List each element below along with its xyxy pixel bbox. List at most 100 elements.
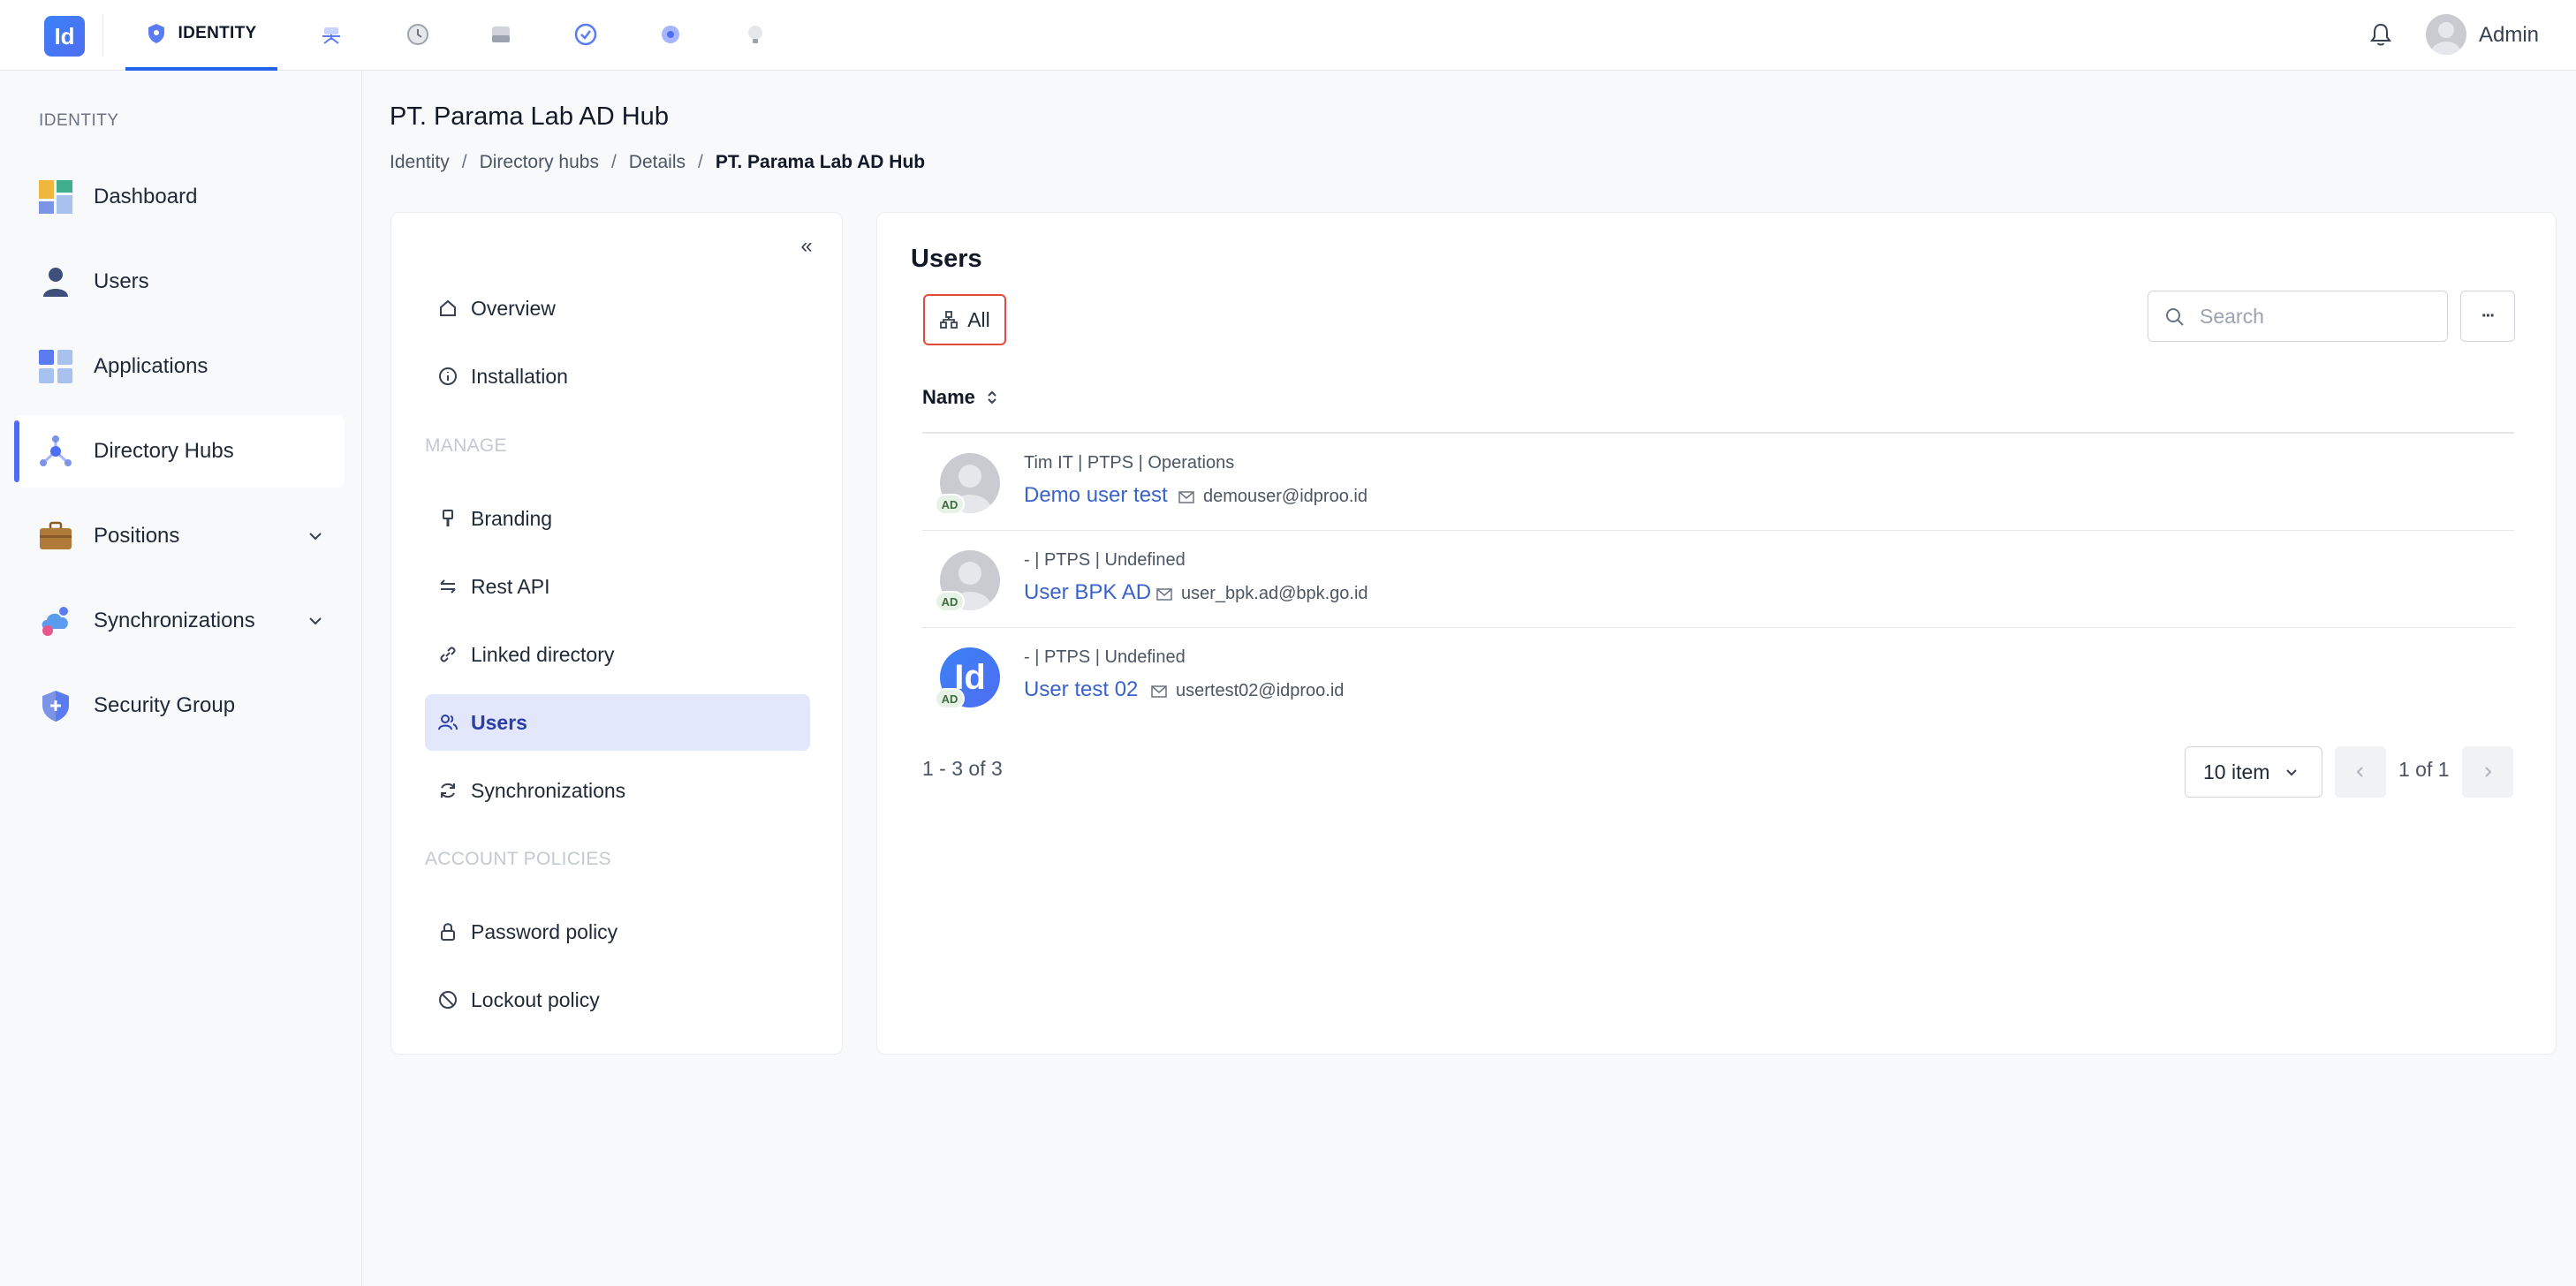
- top-navigation-bar: Id IDENTITY Admin: [0, 0, 2576, 71]
- breadcrumb-item[interactable]: Directory hubs: [480, 152, 599, 173]
- user-meta: Tim IT | PTPS | Operations: [1024, 453, 1235, 473]
- sidebar-item-security-group[interactable]: Security Group: [14, 669, 345, 742]
- ad-badge: AD: [935, 494, 965, 515]
- page-size-value: 10 item: [2203, 760, 2270, 783]
- app-logo-text: Id: [54, 22, 75, 49]
- nav-item-rest-api[interactable]: Rest API: [425, 558, 810, 615]
- collapse-panel-button[interactable]: «: [794, 234, 819, 259]
- gear-icon: [662, 26, 679, 43]
- user-name-label[interactable]: Admin: [2479, 23, 2539, 48]
- more-options-button[interactable]: ···: [2460, 291, 2515, 342]
- nav-item-label: Linked directory: [471, 642, 615, 666]
- module-tab-label: IDENTITY: [178, 24, 257, 42]
- nav-item-installation[interactable]: Installation: [425, 348, 810, 405]
- app-logo[interactable]: Id: [44, 16, 85, 57]
- user-email: user_bpk.ad@bpk.go.id: [1156, 584, 1368, 604]
- nav-item-linked-directory[interactable]: Linked directory: [425, 626, 810, 683]
- next-page-button[interactable]: [2462, 746, 2513, 798]
- user-email-text: demouser@idproo.id: [1203, 487, 1368, 506]
- table-row[interactable]: AD - | PTPS | Undefined User BPK AD user…: [922, 531, 2514, 628]
- breadcrumb-item[interactable]: Details: [629, 152, 686, 173]
- nav-item-label: Branding: [471, 506, 553, 530]
- directory-hub-icon: [39, 435, 72, 468]
- sidebar-item-directory-hubs[interactable]: Directory Hubs: [14, 415, 345, 488]
- link-icon: [437, 644, 458, 665]
- nav-item-overview[interactable]: Overview: [425, 280, 810, 337]
- nav-item-branding[interactable]: Branding: [425, 490, 810, 547]
- arrows-icon: [437, 576, 458, 597]
- module-clock-icon[interactable]: [403, 19, 433, 49]
- column-header-name[interactable]: Name: [922, 386, 998, 409]
- module-settings-icon[interactable]: [655, 19, 686, 49]
- shield-plus-icon: [39, 689, 72, 722]
- sidebar-item-users[interactable]: Users: [14, 246, 345, 318]
- search-icon: [2166, 308, 2184, 326]
- briefcase-icon: [39, 519, 72, 553]
- ad-badge: AD: [935, 591, 965, 612]
- brush-icon: [437, 508, 458, 529]
- table-row[interactable]: Id AD - | PTPS | Undefined User test 02 …: [922, 628, 2514, 725]
- breadcrumb-separator: /: [610, 152, 617, 172]
- shield-icon: [148, 24, 164, 43]
- module-network-icon[interactable]: [316, 19, 346, 49]
- chevron-down-icon: [2286, 769, 2298, 776]
- user-email: usertest02@idproo.id: [1151, 681, 1344, 701]
- info-icon: [437, 366, 458, 387]
- sidebar-item-positions[interactable]: Positions: [14, 500, 345, 572]
- refresh-icon: [437, 780, 458, 801]
- check-circle-icon: [574, 23, 597, 46]
- user-name-link[interactable]: Demo user test: [1024, 483, 1168, 508]
- pagination-range: 1 - 3 of 3: [922, 757, 1003, 780]
- chevron-left-icon: [2356, 767, 2363, 777]
- panel-title: Users: [911, 245, 982, 273]
- bulb-icon: [748, 26, 762, 43]
- user-name-link[interactable]: User test 02: [1024, 677, 1138, 702]
- nav-item-lockout-policy[interactable]: Lockout policy: [425, 972, 810, 1028]
- module-bulb-icon[interactable]: [740, 19, 770, 49]
- page-size-select[interactable]: 10 item: [2185, 746, 2322, 798]
- filter-all-button[interactable]: All: [923, 294, 1006, 345]
- chevron-down-icon[interactable]: [306, 526, 325, 546]
- network-icon: [322, 27, 340, 44]
- sidebar-item-applications[interactable]: Applications: [14, 330, 345, 403]
- table-row[interactable]: AD Tim IT | PTPS | Operations Demo user …: [922, 434, 2514, 531]
- module-check-icon[interactable]: [571, 19, 601, 49]
- sidebar-item-label: Directory Hubs: [94, 439, 234, 463]
- user-email-text: usertest02@idproo.id: [1176, 681, 1345, 700]
- previous-page-button[interactable]: [2335, 746, 2386, 798]
- sidebar-item-synchronizations[interactable]: Synchronizations: [14, 585, 345, 657]
- search-field[interactable]: [2148, 291, 2448, 342]
- nav-item-password-policy[interactable]: Password policy: [425, 904, 810, 960]
- clock-icon: [407, 24, 428, 45]
- mail-icon: [1151, 685, 1167, 698]
- nav-item-users[interactable]: Users: [425, 694, 810, 751]
- ban-icon: [437, 989, 458, 1010]
- more-icon: ···: [2481, 306, 2496, 326]
- chevron-down-icon[interactable]: [306, 611, 325, 631]
- nav-item-label: Rest API: [471, 574, 550, 598]
- breadcrumb-item[interactable]: Identity: [390, 152, 450, 173]
- sidebar-item-label: Synchronizations: [94, 609, 255, 632]
- sort-icon: [988, 390, 996, 405]
- nav-item-label: Users: [471, 710, 527, 734]
- nav-item-synchronizations[interactable]: Synchronizations: [425, 762, 810, 819]
- sidebar-item-label: Applications: [94, 354, 208, 378]
- page-indicator: 1 of 1: [2398, 758, 2450, 781]
- main-sidebar: IDENTITY Dashboard Users Applications Di…: [0, 71, 362, 1286]
- user-icon: [39, 265, 72, 299]
- user-meta: - | PTPS | Undefined: [1024, 550, 1186, 570]
- search-input[interactable]: [2200, 302, 2438, 330]
- sidebar-section-label: IDENTITY: [39, 111, 119, 130]
- breadcrumb: Identity / Directory hubs / Details / PT…: [390, 152, 925, 173]
- default-avatar-icon: [2431, 22, 2461, 55]
- mail-icon: [1156, 587, 1172, 601]
- chevron-right-icon: [2485, 767, 2492, 777]
- nav-item-label: Installation: [471, 364, 568, 388]
- sidebar-item-dashboard[interactable]: Dashboard: [14, 161, 345, 233]
- module-tab-identity[interactable]: IDENTITY: [125, 0, 277, 71]
- module-storage-icon[interactable]: [486, 19, 516, 49]
- notification-bell-icon[interactable]: [2366, 19, 2396, 49]
- user-name-link[interactable]: User BPK AD: [1024, 580, 1151, 605]
- sidebar-item-label: Dashboard: [94, 185, 198, 208]
- user-avatar[interactable]: [2426, 14, 2466, 55]
